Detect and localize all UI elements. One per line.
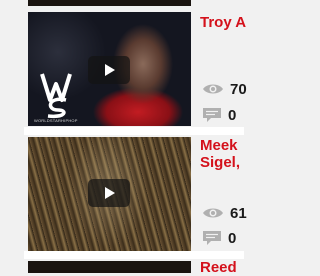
view-count-2: 61 — [202, 204, 247, 222]
video-title-2[interactable]: Meek Sigel, — [200, 137, 240, 171]
watermark-text: WORLDSTARHIPHOP — [34, 118, 78, 123]
worldstar-logo — [40, 73, 72, 119]
play-icon[interactable] — [88, 179, 130, 207]
eye-icon — [203, 208, 223, 218]
item-divider — [24, 251, 244, 259]
video-title-3[interactable]: Reed — [200, 259, 237, 276]
view-count-1: 70 — [202, 80, 247, 98]
comment-count-value: 0 — [228, 106, 237, 124]
play-icon[interactable] — [88, 56, 130, 84]
eye-icon — [203, 84, 223, 94]
video-thumbnail-2[interactable] — [28, 137, 191, 251]
view-count-value: 61 — [230, 204, 247, 222]
video-title-1[interactable]: Troy A — [200, 14, 246, 31]
item-divider — [24, 127, 244, 135]
comment-count-value: 0 — [228, 229, 237, 247]
view-count-value: 70 — [230, 80, 247, 98]
comment-count-1: 0 — [202, 106, 236, 124]
video-thumbnail-1[interactable]: WORLDSTARHIPHOP — [28, 12, 191, 126]
video-thumbnail-top[interactable] — [28, 0, 191, 6]
video-thumbnail-3[interactable] — [28, 261, 191, 273]
comment-icon — [203, 108, 221, 122]
comment-icon — [203, 231, 221, 245]
comment-count-2: 0 — [202, 229, 236, 247]
